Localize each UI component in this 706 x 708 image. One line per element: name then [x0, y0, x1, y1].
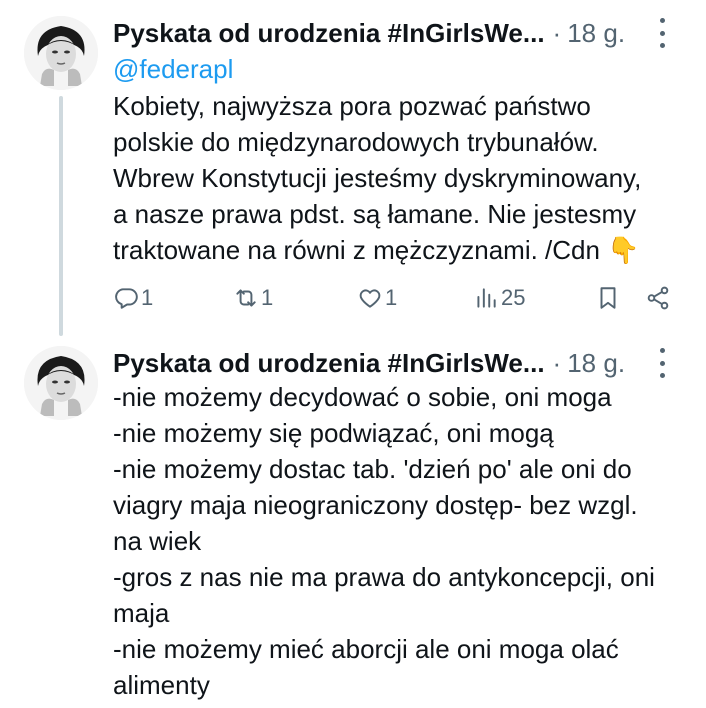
text-line: alimenty: [113, 670, 210, 700]
text-line: -nie możemy decydować o sobie, oni moga: [113, 382, 612, 412]
views-button[interactable]: 25: [473, 280, 525, 316]
view-count: 25: [501, 285, 526, 310]
bar-chart-icon: [477, 288, 496, 308]
action-bar: 1 1 1 25: [113, 280, 673, 316]
reply-button[interactable]: 1: [113, 280, 153, 316]
like-count: 1: [385, 285, 398, 310]
share-button[interactable]: [645, 280, 671, 316]
tweet-header: Pyskata od urodzenia #InGirlsWe... · 18 …: [113, 344, 706, 382]
text-line: traktowane na równi z mężczyznami. /Cdn …: [113, 235, 640, 265]
tweet-text: Kobiety, najwyższa pora pozwać państwo p…: [113, 88, 686, 268]
repost-count: 1: [261, 285, 274, 310]
timestamp[interactable]: 18 g.: [567, 18, 625, 49]
avatar[interactable]: [24, 346, 98, 420]
heart-icon: [359, 289, 381, 308]
more-options-icon[interactable]: [650, 348, 674, 378]
reply-count: 1: [141, 285, 154, 310]
bookmark-button[interactable]: [595, 280, 621, 316]
avatar[interactable]: [24, 16, 98, 90]
timestamp[interactable]: 18 g.: [567, 348, 625, 379]
text-line: -nie możemy dostac tab. 'dzień po' ale o…: [113, 454, 632, 484]
text-line: -nie możemy się podwiązać, oni mogą: [113, 418, 554, 448]
repost-button[interactable]: 1: [233, 280, 273, 316]
text-line: polskie do międzynarodowych trybunałów.: [113, 127, 599, 157]
text-line: na wiek: [113, 526, 202, 556]
text-line: maja: [113, 598, 170, 628]
text-line: -gros z nas nie ma prawa do antykoncepcj…: [113, 562, 655, 592]
bookmark-icon: [600, 287, 616, 309]
text-line: a nasze prawa pdst. są łamane. Nie jeste…: [113, 199, 637, 229]
reply-icon: [115, 288, 138, 309]
author-name[interactable]: Pyskata od urodzenia #InGirlsWe...: [113, 348, 545, 379]
text-line: viagry maja nieograniczony dostęp- bez w…: [113, 490, 638, 520]
reply-to-handle[interactable]: @federapl: [113, 54, 233, 85]
avatar-image: [24, 16, 98, 90]
separator-dot: ·: [552, 347, 562, 378]
like-button[interactable]: 1: [357, 280, 397, 316]
avatar-image: [24, 346, 98, 420]
tweet-header: Pyskata od urodzenia #InGirlsWe... · 18 …: [113, 14, 706, 52]
author-name[interactable]: Pyskata od urodzenia #InGirlsWe...: [113, 18, 545, 49]
tweet-text: -nie możemy decydować o sobie, oni moga …: [113, 379, 686, 703]
text-line: Wbrew Konstytucji jesteśmy dyskryminowan…: [113, 163, 642, 193]
share-icon: [647, 286, 669, 310]
repost-icon: [236, 289, 256, 307]
text-line: -nie możemy mieć aborcji ale oni moga ol…: [113, 634, 619, 664]
separator-dot: ·: [552, 17, 562, 48]
thread-line: [59, 96, 63, 336]
text-line: Kobiety, najwyższa pora pozwać państwo: [113, 91, 591, 121]
tweet-2[interactable]: Pyskata od urodzenia #InGirlsWe... · 18 …: [0, 330, 706, 708]
more-options-icon[interactable]: [650, 18, 674, 48]
tweet-1[interactable]: Pyskata od urodzenia #InGirlsWe... · 18 …: [0, 0, 706, 336]
